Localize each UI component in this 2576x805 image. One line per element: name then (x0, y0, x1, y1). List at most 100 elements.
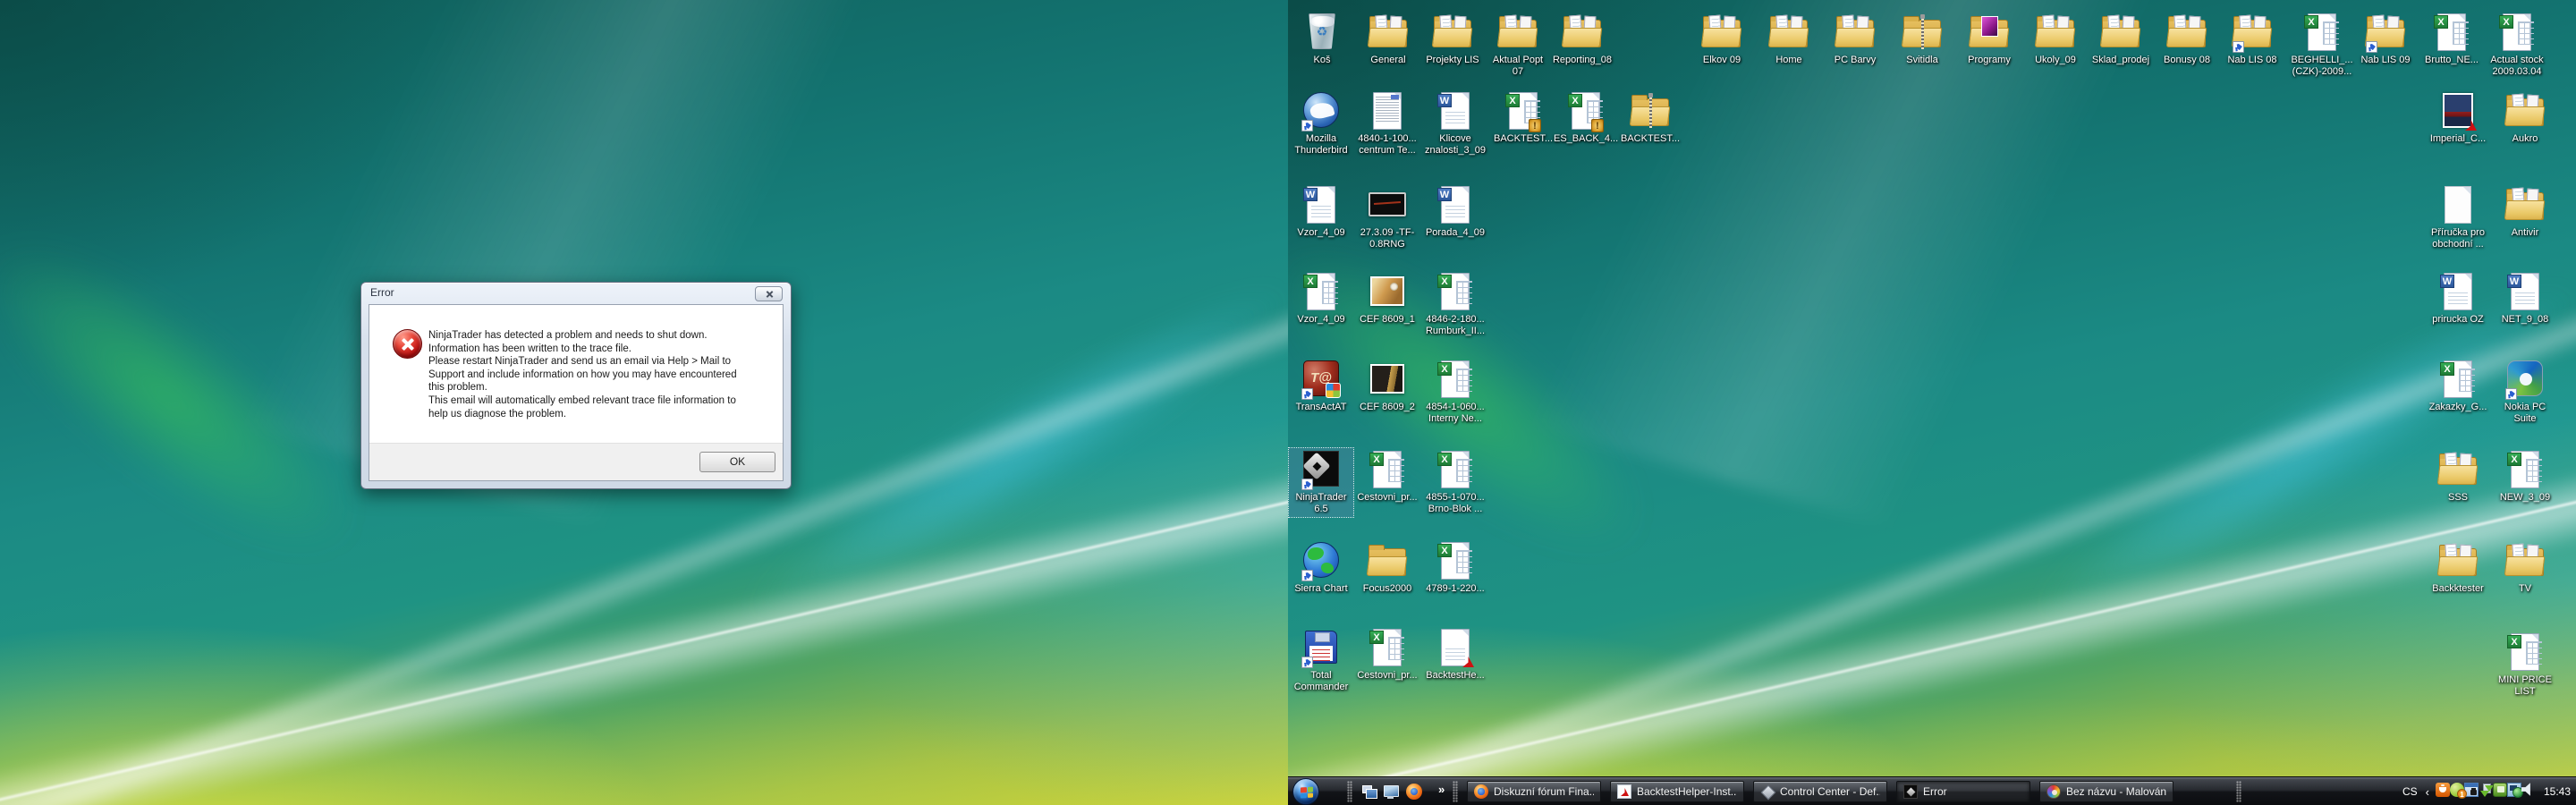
icon-label: SSS (2447, 492, 2468, 503)
language-indicator[interactable]: CS (2402, 785, 2418, 798)
icon-label: Total Commander (1293, 670, 1349, 692)
remote-desktop-icon[interactable] (1361, 784, 1377, 800)
desktop-icon-backtest[interactable]: BACKTEST... (1618, 89, 1682, 147)
desktop-icon-4840-1-100-centrum-te[interactable]: 4840-1-100... centrum Te... (1355, 89, 1419, 158)
pdf-icon (1617, 784, 1631, 799)
desktop-icon-backtest[interactable]: X! BACKTEST... (1491, 89, 1555, 147)
desktop-icon-programy[interactable]: Programy (1957, 11, 2021, 68)
dialog-title-bar[interactable]: Error (361, 283, 791, 303)
desktop-icon-beghelli-czk-2009[interactable]: X BEGHELLI_... (CZK)-2009... (2290, 11, 2354, 80)
desktop-icon-pc-barvy[interactable]: PC Barvy (1823, 11, 1887, 68)
desktop-icon-reporting-08[interactable]: Reporting_08 (1550, 11, 1614, 68)
icon-label: Imperial_C... (2429, 133, 2487, 144)
desktop-icon-svitidla[interactable]: Svitidla (1890, 11, 1954, 68)
desktop-icon-vzor-4-09[interactable]: W Vzor_4_09 (1289, 183, 1353, 241)
desktop-icon-sklad-prodej[interactable]: Sklad_prodej (2089, 11, 2153, 68)
desktop-icon-sss[interactable]: SSS (2426, 448, 2490, 505)
java-icon[interactable] (2435, 782, 2450, 797)
desktop-icon-total-commander[interactable]: Total Commander (1289, 626, 1353, 695)
desktop-icon-klicove-znalosti-3-09[interactable]: W Klicove znalosti_3_09 (1423, 89, 1487, 158)
desktop-icon-backktester[interactable]: Backktester (2426, 539, 2490, 597)
desktop-icon-ko[interactable]: ♻ Koš (1290, 11, 1354, 68)
network-icon[interactable] (2506, 782, 2523, 798)
desktop-icon-aktual-popt-07[interactable]: Aktual Popt 07 (1486, 11, 1550, 80)
tray-icons: 1 (2435, 782, 2536, 801)
tray-grip[interactable] (2236, 781, 2241, 802)
close-button[interactable] (755, 286, 783, 301)
desktop-icon-nokia-pc-suite[interactable]: Nokia PC Suite (2493, 358, 2557, 427)
desktop-icon-cef-8609-2[interactable]: CEF 8609_2 (1355, 358, 1419, 415)
desktop-icon-home[interactable]: Home (1757, 11, 1821, 68)
folder-docs-icon (2165, 12, 2208, 53)
desktop-icon-net-9-08[interactable]: W NET_9_08 (2493, 270, 2557, 327)
start-button[interactable] (1292, 778, 1319, 805)
control-center-icon (1760, 784, 1775, 799)
desktop-icon-aukro[interactable]: Aukro (2493, 89, 2557, 147)
desktop-icon-4855-1-070-brno-blok[interactable]: X 4855-1-070... Brno-Blok ... (1423, 448, 1487, 517)
desktop-icon-brutto-ne[interactable]: X Brutto_NE... (2419, 11, 2484, 68)
ok-button[interactable]: OK (699, 452, 775, 472)
desktop-icon-transactat[interactable]: T@ TransActAT (1289, 358, 1353, 415)
desktop-icon-actual-stock-2009-03-04[interactable]: X Actual stock 2009.03.04 (2485, 11, 2549, 80)
volume-icon[interactable] (2521, 783, 2530, 796)
taskbar-button-control-center-def[interactable]: Control Center - Def... (1753, 781, 1887, 802)
desktop-icon-nab-lis-09[interactable]: Nab LIS 09 (2353, 11, 2418, 68)
desktop-icon-general[interactable]: General (1356, 11, 1420, 68)
desktop-icon-4854-1-060-interny-ne[interactable]: X 4854-1-060... Interny Ne... (1423, 358, 1487, 427)
desktop-icon-prirucka-oz[interactable]: Wprirucka OZ (2426, 270, 2490, 327)
desktop-icon-sierra-chart[interactable]: Sierra Chart (1289, 539, 1353, 597)
right-monitor-wallpaper: ♻ Koš General Projekty LIS Aktual Popt 07 Repo… (1288, 0, 2576, 805)
icon-label: CEF 8609_1 (1360, 314, 1415, 325)
word-icon: W (1434, 184, 1477, 225)
desktop-icon-vzor-4-09[interactable]: X Vzor_4_09 (1289, 270, 1353, 327)
desktop-icon-cef-8609-1[interactable]: CEF 8609_1 (1355, 270, 1419, 327)
word-icon: W (2436, 271, 2479, 312)
desktop-icon-cestovni-pr[interactable]: X Cestovni_pr... (1355, 626, 1419, 683)
desktop-icon-new-3-09[interactable]: X NEW_3_09 (2493, 448, 2557, 505)
desktop-icon-es-back-4[interactable]: X! ES_BACK_4... (1554, 89, 1618, 147)
show-desktop-icon[interactable] (1383, 784, 1399, 800)
quick-launch-grip[interactable] (1347, 781, 1352, 802)
firefox-icon[interactable] (1406, 784, 1422, 800)
desktop-icon-focus2000[interactable]: Focus2000 (1355, 539, 1419, 597)
word-icon: W (1300, 184, 1343, 225)
pdf-photo-icon (2436, 90, 2479, 131)
quick-launch-overflow-chevron[interactable]: » (1438, 783, 1445, 796)
desktop-icon-nab-lis-08[interactable]: Nab LIS 08 (2220, 11, 2284, 68)
desktop-icon-mozilla-thunderbird[interactable]: Mozilla Thunderbird (1289, 89, 1353, 158)
tray-collapse-chevron[interactable]: ‹ (2426, 785, 2429, 799)
folder-docs-icon (2364, 12, 2407, 53)
transact-icon: T@ (1300, 359, 1343, 400)
desktop-icon-4789-1-220[interactable]: X 4789-1-220... (1423, 539, 1487, 597)
update-badge-icon[interactable]: 1 (2449, 782, 2467, 799)
excel-icon: X (1300, 271, 1343, 312)
desktop-icon-elkov-09[interactable]: Elkov 09 (1690, 11, 1754, 68)
desktop-icon-ninjatrader-6-5[interactable]: NinjaTrader 6.5 (1288, 447, 1354, 518)
desktop-icon-backtesthe[interactable]: BacktestHe... (1423, 626, 1487, 683)
taskbar-button-bez-n-zvu-malov-n[interactable]: Bez názvu - Malování (2039, 781, 2174, 802)
usb-sync-icon[interactable] (2479, 783, 2493, 797)
taskbar-button-label: Diskuzní fórum Fina... (1494, 785, 1594, 798)
desktop-icon-antivir[interactable]: Antivir (2493, 183, 2557, 241)
icon-label: ES_BACK_4... (1554, 133, 1619, 144)
phone-suite-icon[interactable] (2492, 782, 2507, 797)
clock[interactable]: 15:43 (2544, 785, 2571, 798)
desktop-icon-porada-4-09[interactable]: W Porada_4_09 (1423, 183, 1487, 241)
desktop-icon-projekty-lis[interactable]: Projekty LIS (1420, 11, 1485, 68)
taskbar-grip[interactable] (1453, 781, 1458, 802)
desktop-icon-27-3-09-tf-0-8rng[interactable]: 27.3.09 -TF- 0.8RNG (1355, 183, 1419, 252)
taskbar-button-diskuzn-f-rum-fina[interactable]: Diskuzní fórum Fina... (1467, 781, 1601, 802)
desktop-icon-ukoly-09[interactable]: Ukoly_09 (2023, 11, 2088, 68)
desktop-icon-tv[interactable]: TV (2493, 539, 2557, 597)
desktop-icon-mini-price-list[interactable]: X MINI PRICE LIST (2493, 631, 2557, 699)
taskbar-button-error[interactable]: Error (1896, 781, 2030, 802)
desktop-icon-4846-2-180-rumburk-ii[interactable]: X 4846-2-180... Rumburk_II... (1423, 270, 1487, 339)
invoice-icon (1366, 90, 1409, 131)
taskbar-button-backtesthelper-inst[interactable]: BacktestHelper-Inst... (1610, 781, 1744, 802)
desktop-icon-bonusy-08[interactable]: Bonusy 08 (2155, 11, 2219, 68)
desktop-icon-cestovni-pr[interactable]: X Cestovni_pr... (1355, 448, 1419, 505)
desktop-icon-zakazky-g[interactable]: X Zakazky_G... (2426, 358, 2490, 415)
desktop-icon-imperial-c[interactable]: Imperial_C... (2426, 89, 2490, 147)
desktop-icon-p-ru-ka-pro-obchodn[interactable]: Příručka pro obchodní ... (2426, 183, 2490, 252)
excel-warn-icon: X! (1502, 90, 1545, 132)
